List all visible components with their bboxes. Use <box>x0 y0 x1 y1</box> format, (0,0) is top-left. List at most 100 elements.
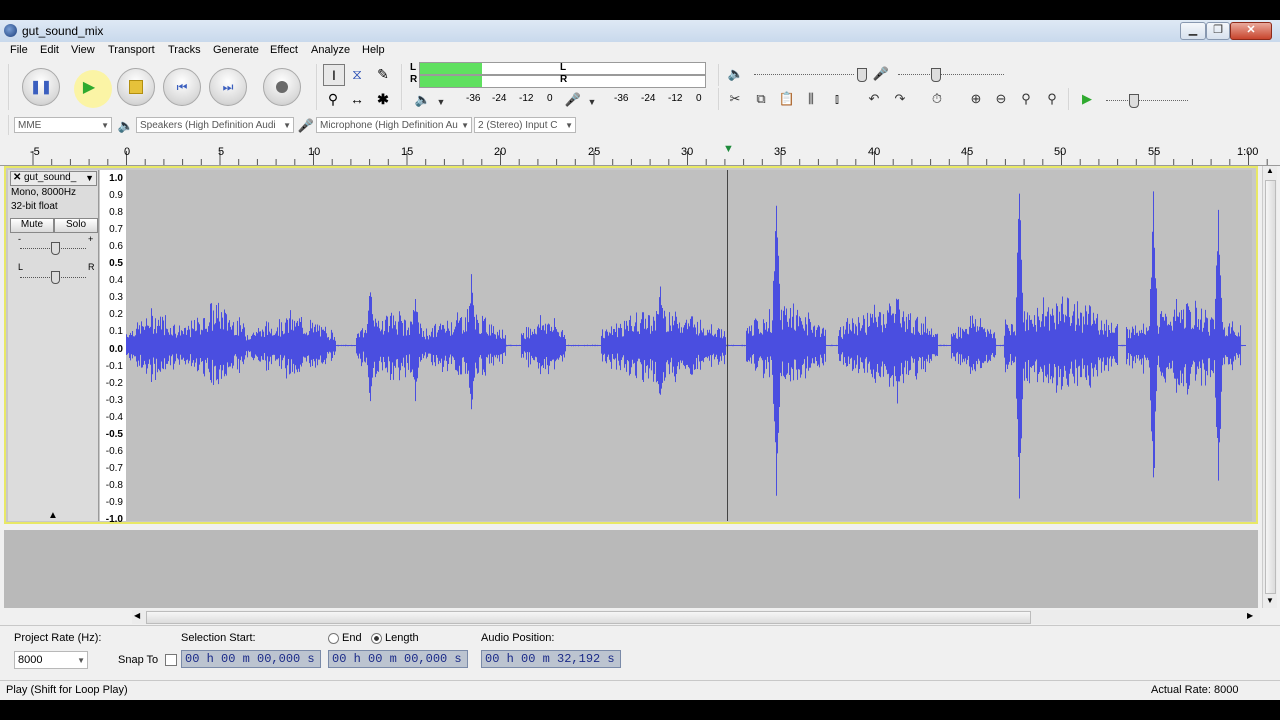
amplitude-tick: -1.0 <box>105 514 123 525</box>
skip-to-start-button[interactable]: ⏮ <box>163 68 201 106</box>
maximize-button[interactable]: ❐ <box>1206 22 1230 40</box>
mixer-grip[interactable] <box>718 64 720 86</box>
selection-start-time[interactable]: 00 h 00 m 00,000 s <box>181 650 321 668</box>
input-volume-thumb[interactable] <box>931 68 941 82</box>
cut-button[interactable]: ✂ <box>725 89 745 109</box>
track-name: gut_sound_ <box>24 172 77 183</box>
menu-transport[interactable]: Transport <box>108 44 155 56</box>
audio-host-select[interactable]: MME ▼ <box>14 117 112 133</box>
redo-button[interactable]: ↷ <box>890 89 910 109</box>
paste-button[interactable]: 📋 <box>777 89 797 109</box>
speaker-meter-icon[interactable]: 🔈 <box>413 90 433 110</box>
menu-analyze[interactable]: Analyze <box>311 44 350 56</box>
scroll-right-icon[interactable]: ▶ <box>1247 611 1253 620</box>
silence-button[interactable]: ⫾ <box>827 89 847 109</box>
ruler-label: 20 <box>494 146 507 158</box>
output-volume-slider[interactable] <box>754 74 854 76</box>
microphone-meter-icon[interactable]: 🎤 <box>563 90 583 110</box>
time-shift-tool[interactable]: ↔ <box>347 89 367 109</box>
playback-device-select[interactable]: Speakers (High Definition Audi ▼ <box>136 117 294 133</box>
collapse-track-icon[interactable]: ▲ <box>48 510 58 521</box>
zoom-out-button[interactable]: ⊖ <box>991 89 1011 109</box>
audio-track[interactable]: ✕ gut_sound_ ▼ Mono, 8000Hz 32-bit float… <box>4 166 1258 525</box>
menu-effect[interactable]: Effect <box>270 44 298 56</box>
solo-button[interactable]: Solo <box>54 218 98 233</box>
ruler-label: 35 <box>774 146 787 158</box>
zoom-in-button[interactable]: ⊕ <box>966 89 986 109</box>
play-button[interactable]: ▶ <box>70 68 108 106</box>
trim-button[interactable]: ⫼ <box>801 89 821 109</box>
recording-channels-select[interactable]: 2 (Stereo) Input C ▼ <box>474 117 576 133</box>
waveform-display[interactable] <box>126 170 1252 521</box>
gain-thumb[interactable] <box>51 242 60 255</box>
mute-button[interactable]: Mute <box>10 218 54 233</box>
amplitude-tick: -0.9 <box>105 496 123 508</box>
audio-position-time[interactable]: 00 h 00 m 32,192 s <box>481 650 621 668</box>
menu-generate[interactable]: Generate <box>213 44 259 56</box>
amplitude-tick: 0.7 <box>109 224 123 236</box>
length-radio[interactable] <box>371 633 382 644</box>
skip-to-end-button[interactable]: ⏭ <box>209 68 247 106</box>
draw-tool[interactable]: ✎ <box>373 64 393 84</box>
recording-device-select[interactable]: Microphone (High Definition Au ▼ <box>316 117 472 133</box>
track-close-icon[interactable]: ✕ <box>13 172 21 184</box>
sync-lock-button[interactable]: ⏱ <box>927 89 947 109</box>
selection-length-time[interactable]: 00 h 00 m 00,000 s <box>328 650 468 668</box>
snap-to-label: Snap To <box>118 654 159 666</box>
menu-edit[interactable]: Edit <box>40 44 59 56</box>
zoom-tool[interactable]: ⚲ <box>323 89 343 109</box>
vertical-scroll-thumb[interactable] <box>1265 180 1276 594</box>
pause-button[interactable]: ❚❚ <box>22 68 60 106</box>
horizontal-scroll-thumb[interactable] <box>146 611 1031 624</box>
menu-view[interactable]: View <box>71 44 95 56</box>
play-speed-slider[interactable] <box>1106 100 1188 102</box>
play-at-speed-button[interactable]: ▶ <box>1077 89 1097 109</box>
play-scale-12: -12 <box>519 93 534 104</box>
empty-track-area[interactable] <box>4 530 1258 608</box>
scroll-up-icon[interactable]: ▲ <box>1266 166 1274 175</box>
selection-tool[interactable]: I <box>323 64 345 86</box>
undo-icon: ↶ <box>868 91 880 106</box>
fit-project-button[interactable]: ⚲ <box>1042 89 1062 109</box>
rec-meter-menu-icon[interactable]: ▼ <box>582 92 602 112</box>
minimize-button[interactable]: ▁ <box>1180 22 1206 40</box>
track-name-menu[interactable]: ✕ gut_sound_ ▼ <box>10 171 97 186</box>
snap-to-checkbox[interactable] <box>165 654 177 666</box>
project-rate-select[interactable]: 8000 ▼ <box>14 651 88 669</box>
rec-scale-12: -12 <box>668 93 683 104</box>
close-button[interactable]: ✕ <box>1230 22 1272 40</box>
undo-button[interactable]: ↶ <box>864 89 884 109</box>
output-volume-thumb[interactable] <box>857 68 867 82</box>
pan-thumb[interactable] <box>51 271 60 284</box>
play-meter-menu-icon[interactable]: ▼ <box>431 92 451 112</box>
toolbar-grip[interactable] <box>8 64 10 110</box>
scroll-down-icon[interactable]: ▼ <box>1266 596 1274 605</box>
meter-grip[interactable] <box>401 64 403 110</box>
multi-tool[interactable]: ✱ <box>373 89 393 109</box>
vertical-scrollbar[interactable]: ▲ ▼ <box>1262 166 1277 608</box>
arrows-horizontal-icon: ↔ <box>350 91 364 107</box>
speed-grip[interactable] <box>1068 88 1070 110</box>
scroll-left-icon[interactable]: ◀ <box>134 611 140 620</box>
edit-grip[interactable] <box>718 88 720 110</box>
menu-tracks[interactable]: Tracks <box>168 44 201 56</box>
menu-help[interactable]: Help <box>362 44 385 56</box>
end-radio[interactable] <box>328 633 339 644</box>
rec-scale-24: -24 <box>641 93 656 104</box>
menu-file[interactable]: File <box>10 44 28 56</box>
envelope-tool[interactable]: ⧖ <box>347 64 367 84</box>
amplitude-tick: 0.0 <box>109 343 123 355</box>
play-speed-thumb[interactable] <box>1129 94 1139 108</box>
tools-grip[interactable] <box>316 64 318 110</box>
copy-button[interactable]: ⧉ <box>751 89 771 109</box>
stop-button[interactable] <box>117 68 155 106</box>
fit-selection-button[interactable]: ⚲ <box>1016 89 1036 109</box>
timeline-ruler[interactable]: -5 0 5 10 15 20 25 30 35 40 45 50 55 1:0… <box>0 143 1280 166</box>
record-button[interactable] <box>263 68 301 106</box>
paste-icon: 📋 <box>778 91 796 106</box>
device-grip[interactable] <box>8 115 10 135</box>
ruler-label: 1:00 <box>1237 146 1259 158</box>
fit-project-icon: ⚲ <box>1047 91 1057 106</box>
input-volume-slider[interactable] <box>898 74 1004 76</box>
horizontal-scrollbar[interactable]: ◀ ▶ <box>132 610 1260 624</box>
